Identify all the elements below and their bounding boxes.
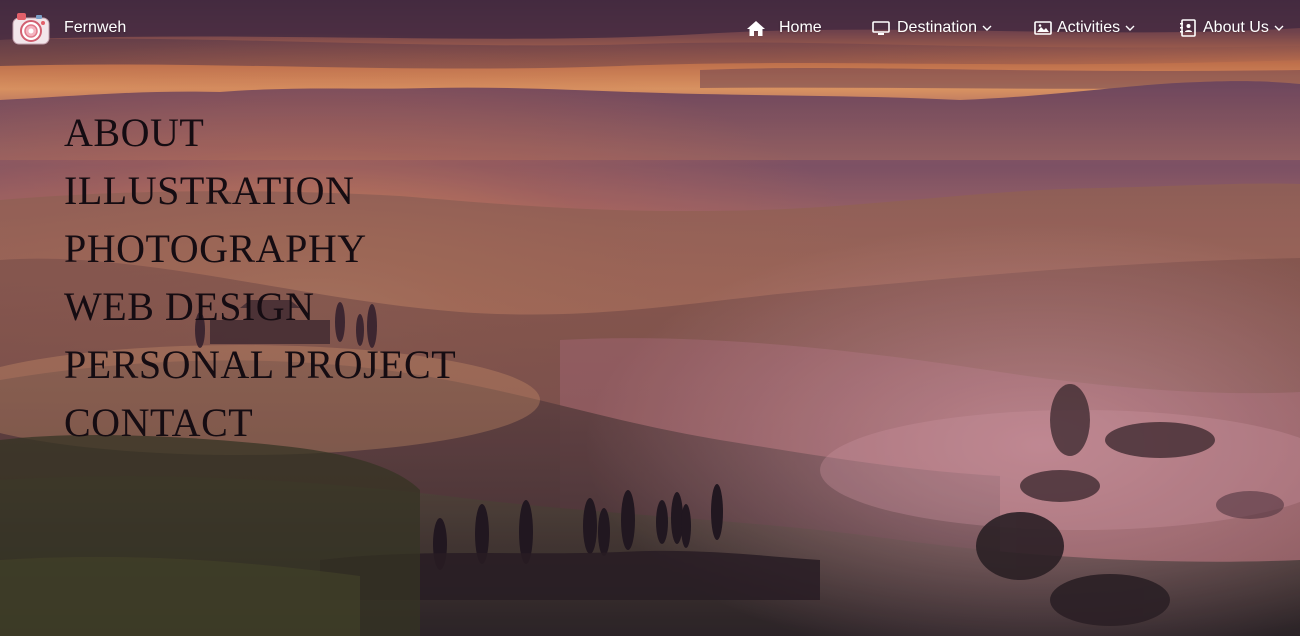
nav-destination-label: Destination xyxy=(897,19,978,36)
nav-activities-label: Activities xyxy=(1057,19,1121,36)
side-menu-item-photography[interactable]: PHOTOGRAPHY xyxy=(64,220,456,278)
nav-home-label: Home xyxy=(779,19,822,36)
chevron-down-icon xyxy=(982,24,992,32)
nav-about-us-label: About Us xyxy=(1203,19,1269,36)
chevron-down-icon xyxy=(1274,24,1284,32)
home-icon xyxy=(746,20,766,37)
side-menu: ABOUT ILLUSTRATION PHOTOGRAPHY WEB DESIG… xyxy=(64,104,456,452)
side-menu-item-illustration[interactable]: ILLUSTRATION xyxy=(64,162,456,220)
nav-about-us[interactable]: About Us xyxy=(1179,17,1284,39)
nav-home[interactable]: Home xyxy=(746,17,822,39)
contact-book-icon xyxy=(1179,19,1197,37)
brand-name: Fernweh xyxy=(64,19,127,36)
side-menu-item-contact[interactable]: CONTACT xyxy=(64,394,456,452)
top-navigation-bar: Fernweh Home Destination Activities Abou… xyxy=(0,0,1300,56)
nav-activities[interactable]: Activities xyxy=(1034,17,1135,39)
image-icon xyxy=(1034,20,1052,36)
side-menu-item-personal-project[interactable]: PERSONAL PROJECT xyxy=(64,336,456,394)
monitor-icon xyxy=(872,20,890,36)
camera-logo-icon xyxy=(12,13,50,45)
brand[interactable]: Fernweh xyxy=(12,9,126,47)
nav-destination[interactable]: Destination xyxy=(872,17,992,39)
side-menu-item-web-design[interactable]: WEB DESIGN xyxy=(64,278,456,336)
side-menu-item-about[interactable]: ABOUT xyxy=(64,104,456,162)
chevron-down-icon xyxy=(1125,24,1135,32)
